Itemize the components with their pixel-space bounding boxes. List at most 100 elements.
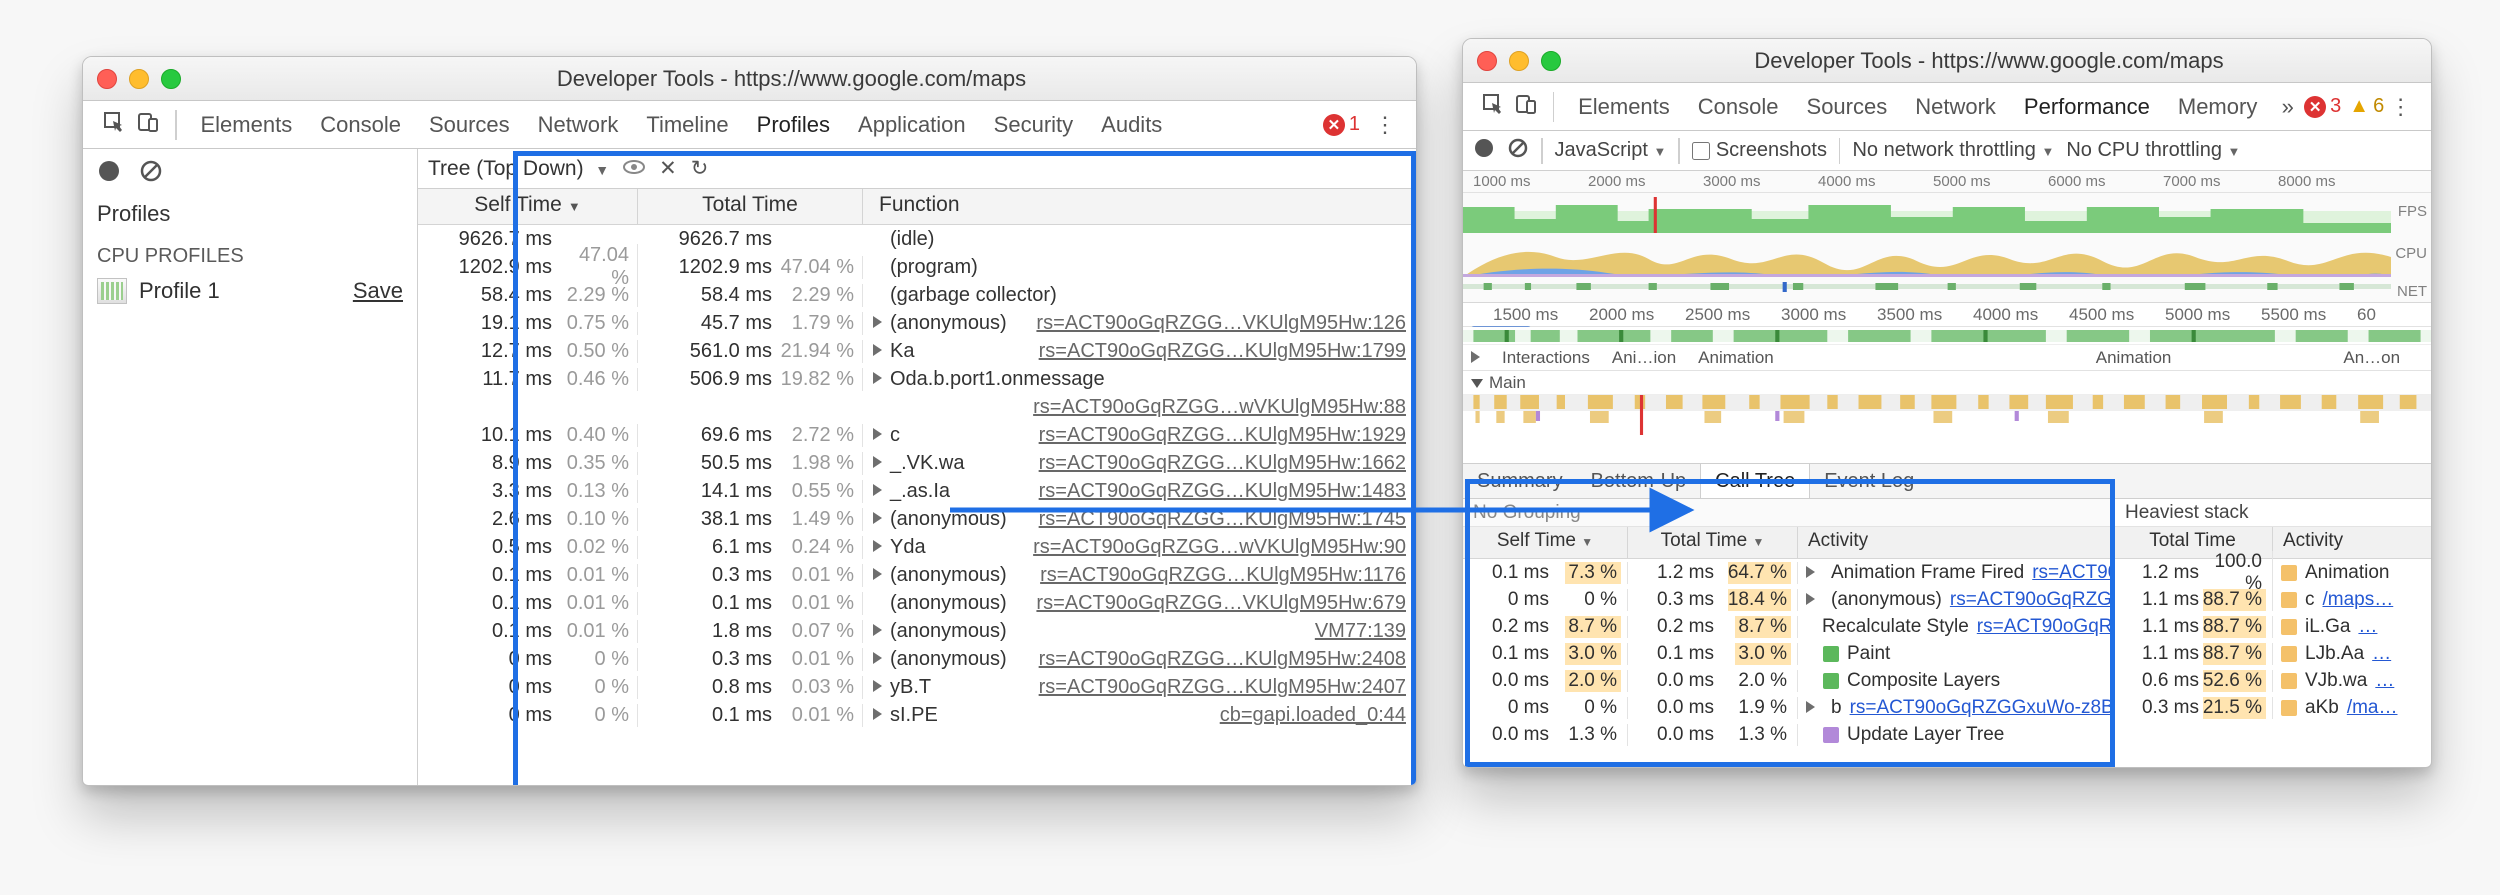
record-icon[interactable]	[1473, 137, 1495, 165]
calltree-row[interactable]: 0.1 ms7.3 %1.2 ms64.7 %Animation Frame F…	[1463, 559, 2112, 586]
calltree-row[interactable]: 0.1 ms3.0 %0.1 ms3.0 %Paint	[1463, 640, 2112, 667]
profile-row[interactable]: 0.5 ms0.02 %6.1 ms0.24 %Ydars=ACT90oGqRZ…	[418, 533, 1416, 561]
chevron-right-icon[interactable]	[1806, 697, 1815, 719]
main-track-header[interactable]: Main	[1463, 371, 2431, 395]
tab-network[interactable]: Network	[524, 112, 633, 138]
source-link[interactable]: rs=ACT90oGqRZGG…KUlgM95Hw:2407	[1039, 676, 1416, 699]
minimize-icon[interactable]	[1509, 51, 1529, 71]
tab-audits[interactable]: Audits	[1087, 112, 1176, 138]
network-throttle-select[interactable]: No network throttling ▼	[1852, 139, 2054, 162]
dtab-eventlog[interactable]: Event Log	[1810, 470, 1928, 493]
chevron-right-icon[interactable]	[873, 428, 882, 443]
profile-row[interactable]: 0 ms0 %0.3 ms0.01 %(anonymous)rs=ACT90oG…	[418, 645, 1416, 673]
titlebar[interactable]: Developer Tools - https://www.google.com…	[83, 57, 1416, 101]
clear-icon[interactable]	[139, 159, 163, 183]
source-link[interactable]: …	[2375, 670, 2394, 692]
chevron-right-icon[interactable]	[873, 624, 882, 639]
profile-row[interactable]: 0 ms0 %0.1 ms0.01 %sI.PEcb=gapi.loaded_0…	[418, 701, 1416, 729]
source-link[interactable]: rs=ACT90oGqR…	[1977, 616, 2112, 638]
tab-memory[interactable]: Memory	[2164, 94, 2271, 120]
profile-row[interactable]: 58.4 ms2.29 %58.4 ms2.29 %(garbage colle…	[418, 281, 1416, 309]
zoom-icon[interactable]	[1541, 51, 1561, 71]
profile-row[interactable]: 0 ms0 %0.8 ms0.03 %yB.Trs=ACT90oGqRZGG…K…	[418, 673, 1416, 701]
source-link[interactable]: rs=ACT90oGqRZGG…VKUlgM95Hw:679	[1036, 592, 1416, 615]
dtab-calltree[interactable]: Call Tree	[1700, 464, 1810, 498]
chevron-right-icon[interactable]	[1806, 589, 1815, 611]
tab-profiles[interactable]: Profiles	[743, 112, 844, 138]
chevron-right-icon[interactable]	[873, 456, 882, 471]
tab-performance[interactable]: Performance	[2010, 94, 2164, 120]
stack-row[interactable]: 0.3 ms21.5 %aKb/ma…	[2113, 694, 2431, 721]
source-link[interactable]: /ma…	[2347, 697, 2398, 719]
tab-console[interactable]: Console	[306, 112, 415, 138]
source-link[interactable]: VM77:139	[1315, 620, 1416, 643]
profile-row[interactable]: 10.1 ms0.40 %69.6 ms2.72 %crs=ACT90oGqRZ…	[418, 421, 1416, 449]
track-headers[interactable]: Interactions Ani…ion Animation Animation…	[1463, 345, 2431, 371]
source-link[interactable]: rs=ACT90oGqRZGG…KUlgM95Hw:1662	[1039, 452, 1416, 475]
reload-icon[interactable]: ↻	[691, 156, 709, 181]
profile-row[interactable]: 0.1 ms0.01 %0.1 ms0.01 %(anonymous)rs=AC…	[418, 589, 1416, 617]
source-link[interactable]: rs=ACT90…	[2032, 562, 2112, 584]
detail-ruler[interactable]: 1500 ms2000 ms2500 ms3000 ms3500 ms4000 …	[1463, 303, 2431, 327]
view-select[interactable]: Tree (Top Down) ▼	[428, 157, 609, 181]
inspect-icon[interactable]	[1477, 93, 1510, 121]
chevron-right-icon[interactable]	[1806, 562, 1815, 584]
profile-row[interactable]: 19.1 ms0.75 %45.7 ms1.79 %(anonymous)rs=…	[418, 309, 1416, 337]
cpu-throttle-select[interactable]: No CPU throttling ▼	[2066, 139, 2240, 162]
flame-chart[interactable]	[1463, 395, 2431, 463]
titlebar[interactable]: Developer Tools - https://www.google.com…	[1463, 39, 2431, 83]
source-link[interactable]: rs=ACT90oGqRZGG…KUlgM95Hw:1929	[1039, 424, 1416, 447]
focus-icon[interactable]	[623, 157, 645, 181]
warning-badge[interactable]: ▲6	[2349, 95, 2384, 118]
overview-lanes[interactable]: FPS CPU NET	[1463, 193, 2431, 303]
calltree-header[interactable]: Self Time ▼ Total Time ▼ Activity	[1463, 527, 2112, 559]
calltree-row[interactable]: 0.0 ms2.0 %0.0 ms2.0 %Composite Layers	[1463, 667, 2112, 694]
chevron-right-icon[interactable]	[873, 652, 882, 667]
device-toggle-icon[interactable]	[1510, 93, 1543, 121]
error-badge[interactable]: ✕1	[1323, 113, 1360, 136]
chevron-right-icon[interactable]	[873, 344, 882, 359]
source-link[interactable]: rs=ACT90oGqRZGG…VKUlgM95Hw:126	[1036, 312, 1416, 335]
calltree-row[interactable]: 0 ms0 %0.0 ms1.9 %brs=ACT90oGqRZGGxuWo-z…	[1463, 694, 2112, 721]
profile-item[interactable]: Profile 1 Save	[83, 272, 417, 310]
profile-row[interactable]: 0.1 ms0.01 %0.3 ms0.01 %(anonymous)rs=AC…	[418, 561, 1416, 589]
source-link[interactable]: rs=ACT90oGqRZGG…KUlgM95Hw:2408	[1039, 648, 1416, 671]
tab-elements[interactable]: Elements	[187, 112, 307, 138]
tab-timeline[interactable]: Timeline	[632, 112, 742, 138]
profile-row[interactable]: 8.9 ms0.35 %50.5 ms1.98 %_.VK.wars=ACT90…	[418, 449, 1416, 477]
stack-row[interactable]: 1.1 ms88.7 %iL.Ga…	[2113, 613, 2431, 640]
close-icon[interactable]	[1477, 51, 1497, 71]
chevron-right-icon[interactable]	[873, 680, 882, 695]
overview-ruler[interactable]: 1000 ms2000 ms3000 ms4000 ms5000 ms6000 …	[1463, 171, 2431, 193]
source-link[interactable]: rs=ACT90oGqRZGG…KUlgM95Hw:1176	[1040, 564, 1416, 587]
device-toggle-icon[interactable]	[131, 111, 165, 139]
save-link[interactable]: Save	[353, 278, 403, 304]
close-icon[interactable]	[97, 69, 117, 89]
table-header[interactable]: Self Time▼ Total Time Function	[418, 189, 1416, 225]
screenshots-checkbox[interactable]: Screenshots	[1692, 139, 1827, 162]
chevron-right-icon[interactable]	[873, 540, 882, 555]
calltree-row[interactable]: 0.2 ms8.7 %0.2 ms8.7 %Recalculate Styler…	[1463, 613, 2112, 640]
record-icon[interactable]	[97, 159, 121, 183]
stack-row[interactable]: 1.2 ms100.0 %Animation	[2113, 559, 2431, 586]
source-link[interactable]: …	[2372, 643, 2391, 665]
zoom-icon[interactable]	[161, 69, 181, 89]
js-select[interactable]: JavaScript ▼	[1555, 139, 1667, 162]
source-link[interactable]: …	[2358, 616, 2377, 638]
error-badge[interactable]: ✕3	[2304, 95, 2341, 118]
stack-row[interactable]: 1.1 ms88.7 %c/maps…	[2113, 586, 2431, 613]
tab-network[interactable]: Network	[1901, 94, 2010, 120]
source-link[interactable]: rs=ACT90oGqRZGG…wVKUlgM95Hw:90	[1033, 536, 1416, 559]
overflow-icon[interactable]: »	[2271, 94, 2304, 120]
clear-icon[interactable]	[1507, 137, 1529, 165]
delete-icon[interactable]: ✕	[659, 156, 677, 181]
stack-row[interactable]: 0.6 ms52.6 %VJb.wa…	[2113, 667, 2431, 694]
tab-sources[interactable]: Sources	[415, 112, 524, 138]
source-link[interactable]: rs=ACT90oGqRZGGxuWo-z8B…	[1850, 697, 2112, 719]
chevron-right-icon[interactable]	[873, 316, 882, 331]
tab-sources[interactable]: Sources	[1793, 94, 1902, 120]
profile-row[interactable]: 11.7 ms0.46 %506.9 ms19.82 %Oda.b.port1.…	[418, 365, 1416, 393]
dtab-bottomup[interactable]: Bottom-Up	[1577, 470, 1701, 493]
profile-row[interactable]: 2.6 ms0.10 %38.1 ms1.49 %(anonymous)rs=A…	[418, 505, 1416, 533]
more-icon[interactable]: ⋮	[2384, 94, 2417, 120]
